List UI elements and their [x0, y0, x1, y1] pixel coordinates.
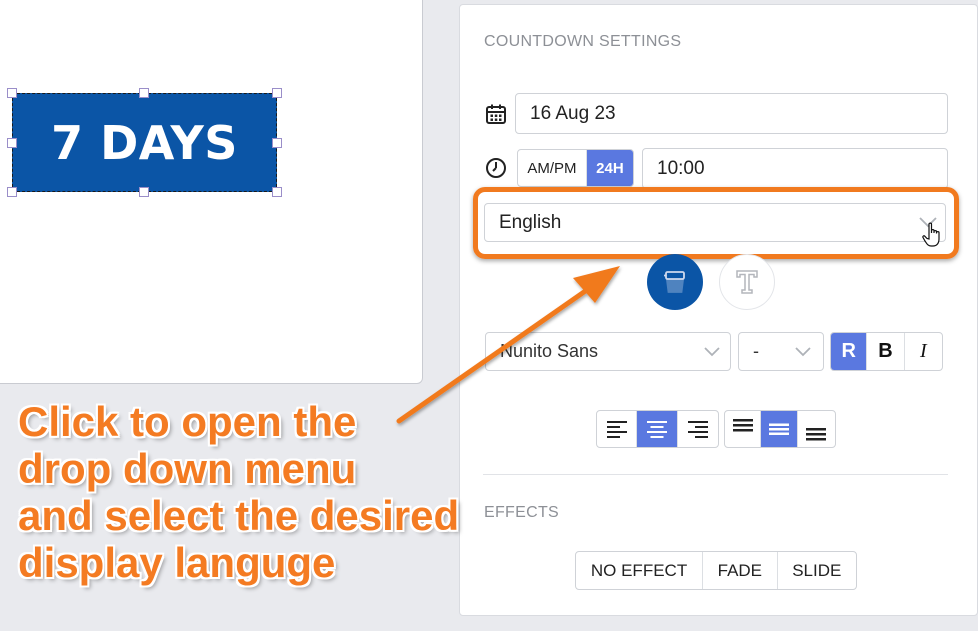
callout-line-4: display languge [18, 539, 336, 586]
callout-line-2: drop down menu [18, 445, 357, 492]
callout-line-3: and select the desired [18, 492, 460, 539]
annotation-callout-text: Click to open the drop down menu and sel… [18, 398, 488, 586]
callout-line-1: Click to open the [18, 398, 357, 445]
